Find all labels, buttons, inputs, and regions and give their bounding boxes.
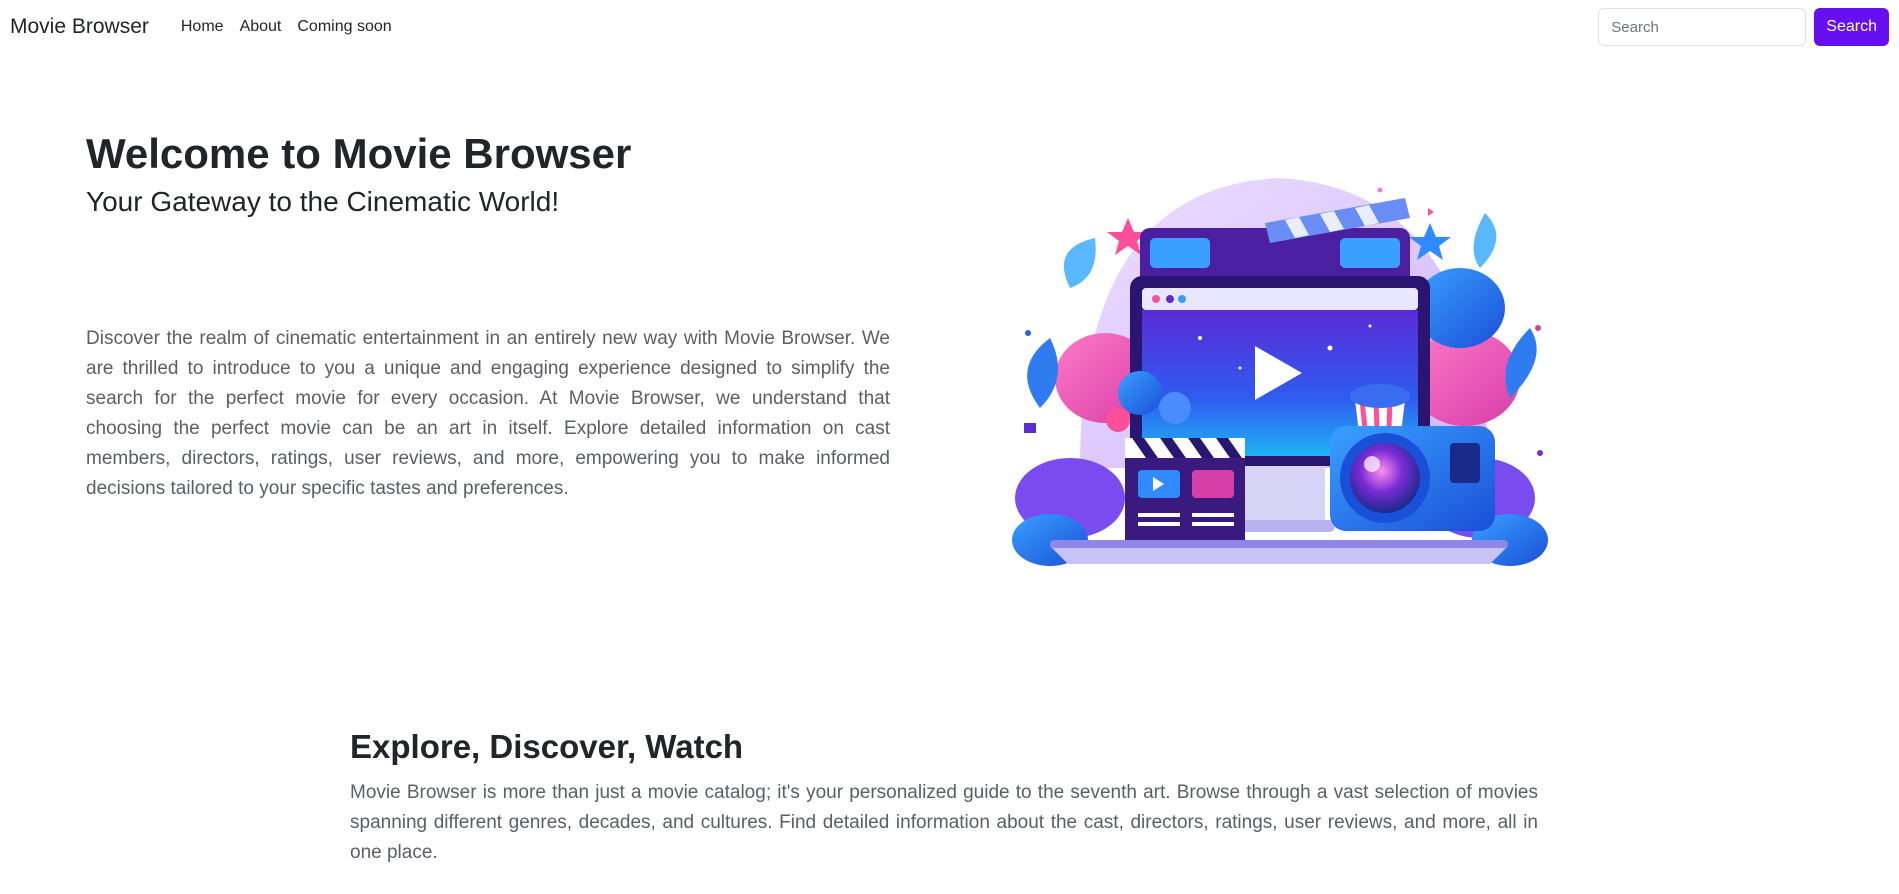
nav-link-about[interactable]: About bbox=[232, 18, 290, 36]
section-title: Explore, Discover, Watch bbox=[350, 728, 744, 765]
navbar: Movie Browser Home About Coming soon Sea… bbox=[0, 0, 1899, 54]
nav-link-home[interactable]: Home bbox=[173, 18, 232, 36]
search-form: Search bbox=[1598, 8, 1889, 46]
nav-links: Home About Coming soon bbox=[173, 18, 400, 36]
search-input[interactable] bbox=[1598, 8, 1807, 46]
brand-link[interactable]: Movie Browser bbox=[10, 15, 149, 39]
search-button[interactable]: Search bbox=[1814, 8, 1889, 46]
hero-description: Discover the realm of cinematic entertai… bbox=[86, 328, 890, 499]
hero-title: Welcome to Movie Browser bbox=[86, 130, 632, 177]
hero-subtitle: Your Gateway to the Cinematic World! bbox=[86, 186, 560, 217]
section-description: Movie Browser is more than just a movie … bbox=[350, 782, 1538, 863]
nav-link-coming-soon[interactable]: Coming soon bbox=[289, 18, 399, 36]
cinema-illustration-icon bbox=[1010, 168, 1548, 572]
